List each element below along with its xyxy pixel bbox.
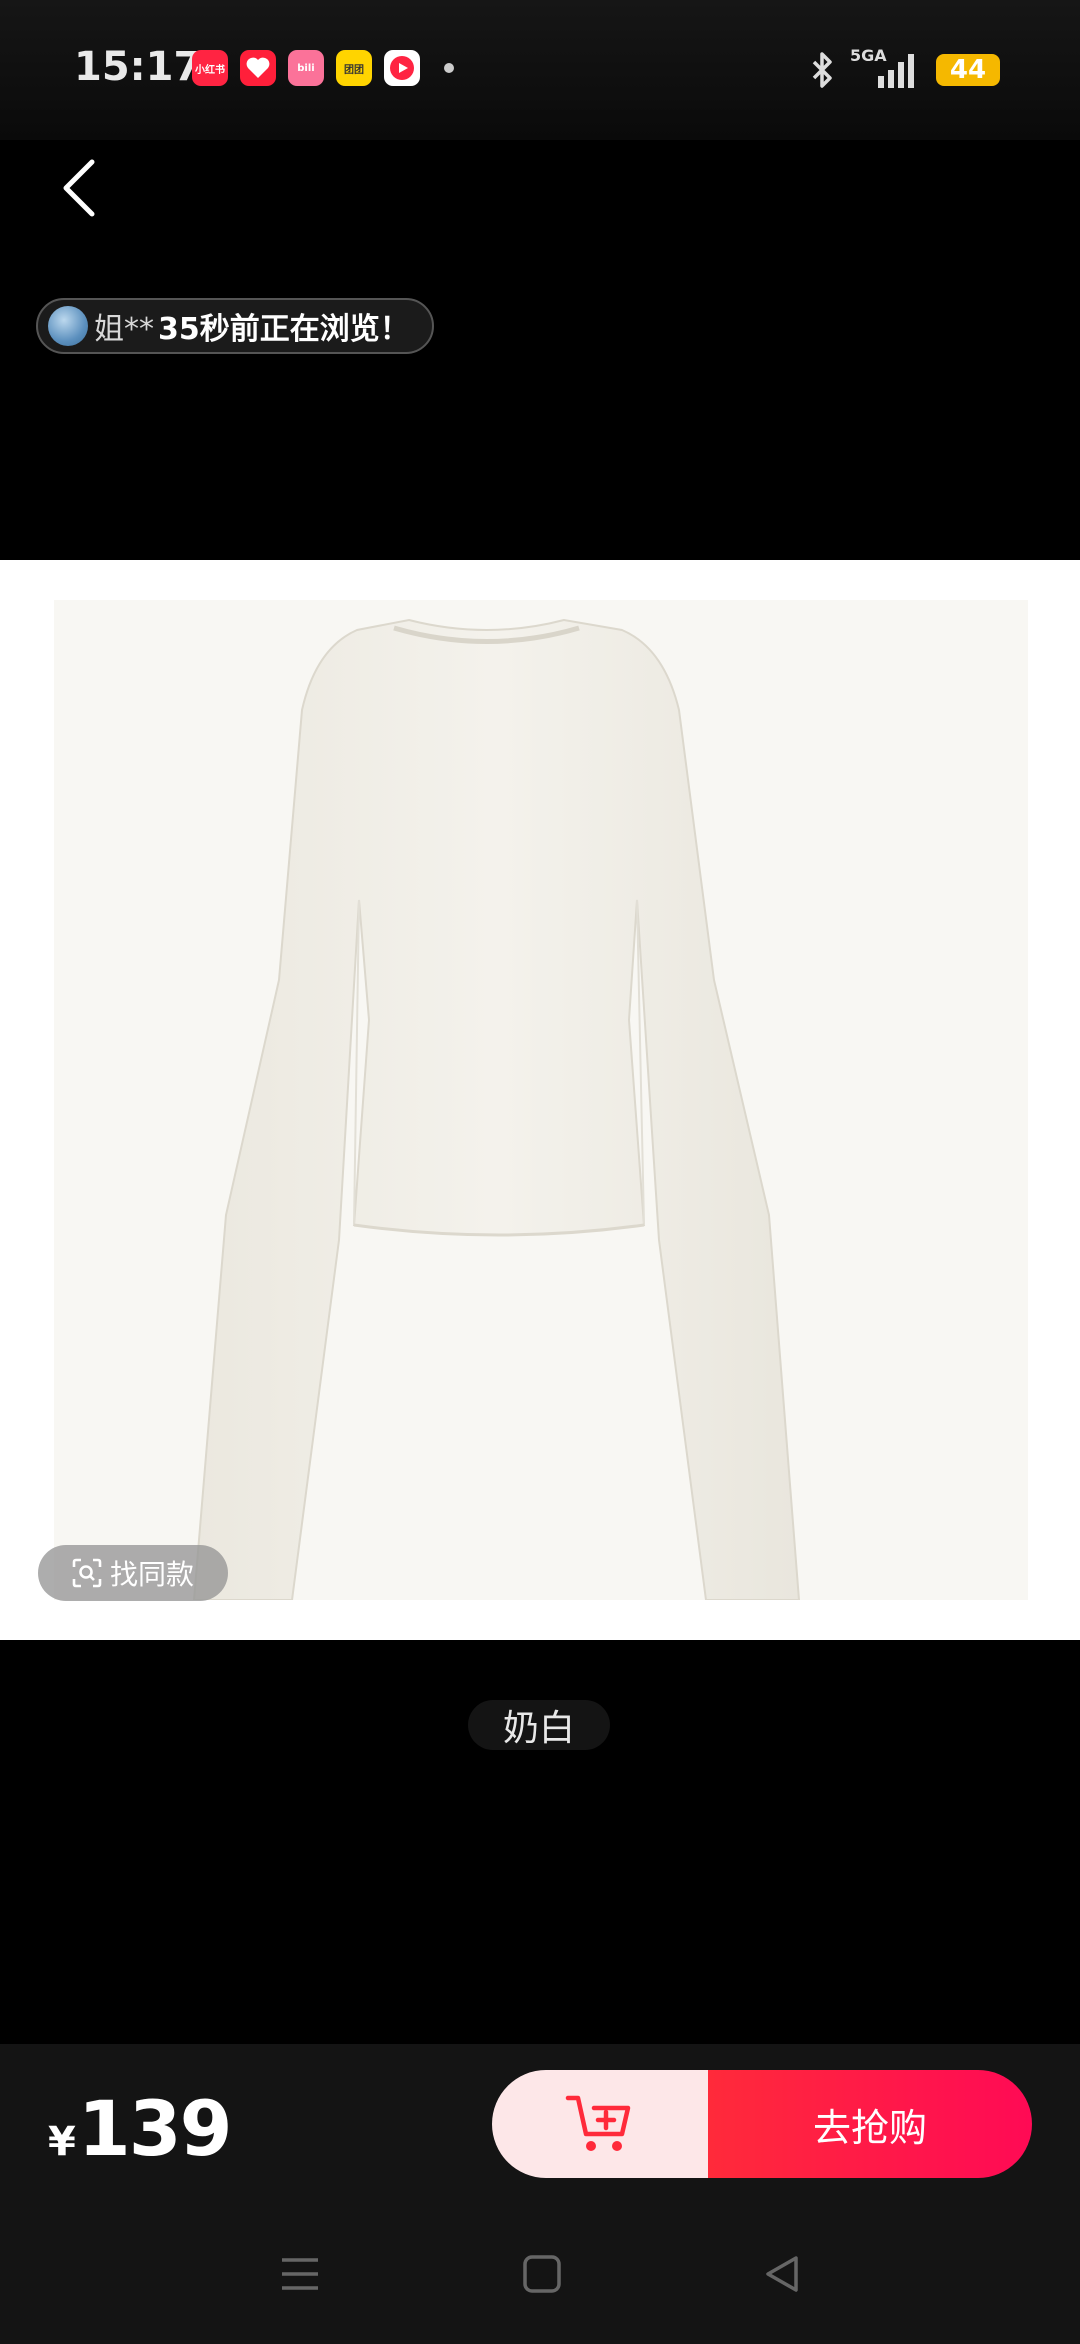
- bilibili-icon: bili: [288, 50, 324, 86]
- buy-now-label: 去抢购: [812, 2105, 927, 2150]
- buy-now-button[interactable]: 去抢购: [708, 2070, 1032, 2178]
- find-similar-button[interactable]: 找同款: [38, 1545, 228, 1601]
- menu-button[interactable]: [270, 2244, 330, 2304]
- variant-label: 奶白: [502, 1708, 575, 1749]
- scan-search-icon: [72, 1558, 102, 1588]
- currency-symbol: ¥: [48, 2119, 76, 2165]
- back-triangle-icon: [766, 2256, 798, 2292]
- variant-option[interactable]: 奶白: [468, 1700, 610, 1750]
- browsing-user-name: 姐**: [94, 312, 154, 347]
- menu-icon: [282, 2258, 318, 2290]
- price-amount: 139: [77, 2084, 233, 2173]
- battery-icon: 44: [936, 54, 1000, 86]
- cellular-signal-icon: 5GA: [850, 46, 922, 90]
- notification-icons: 小红书 bili 团团: [192, 50, 454, 86]
- xiaohongshu-icon: 小红书: [192, 50, 228, 86]
- tuantuan-icon: 团团: [336, 50, 372, 86]
- avatar: [48, 306, 88, 346]
- system-navigation-bar: [0, 2224, 1080, 2324]
- chevron-left-icon: [63, 159, 95, 217]
- more-notifications-dot: [444, 63, 454, 73]
- white-long-sleeve-top: [192, 618, 801, 1601]
- price: ¥ 139: [48, 2084, 233, 2173]
- home-icon: [523, 2255, 561, 2293]
- add-to-cart-button[interactable]: [492, 2070, 708, 2178]
- bottom-bar: ¥ 139 去抢购: [0, 2044, 1080, 2344]
- status-time: 15:17: [74, 44, 202, 90]
- home-button[interactable]: [512, 2244, 572, 2304]
- back-button[interactable]: [48, 150, 112, 222]
- product-image: [54, 600, 1028, 1601]
- video-app-icon: [384, 50, 420, 86]
- heart-app-icon: [240, 50, 276, 86]
- find-similar-label: 找同款: [109, 1558, 194, 1591]
- status-indicators: 5GA 44: [810, 46, 1000, 90]
- status-bar: 15:17 小红书 bili 团团 5GA 44: [0, 0, 1080, 140]
- browsing-notice-text: 35秒前正在浏览！: [158, 312, 410, 347]
- add-to-cart-icon: [565, 2095, 631, 2151]
- bluetooth-icon: [812, 52, 832, 88]
- browsing-notice: 姐** 35秒前正在浏览！: [36, 298, 434, 354]
- product-image-area[interactable]: 找同款: [0, 560, 1080, 1640]
- system-back-button[interactable]: [752, 2244, 812, 2304]
